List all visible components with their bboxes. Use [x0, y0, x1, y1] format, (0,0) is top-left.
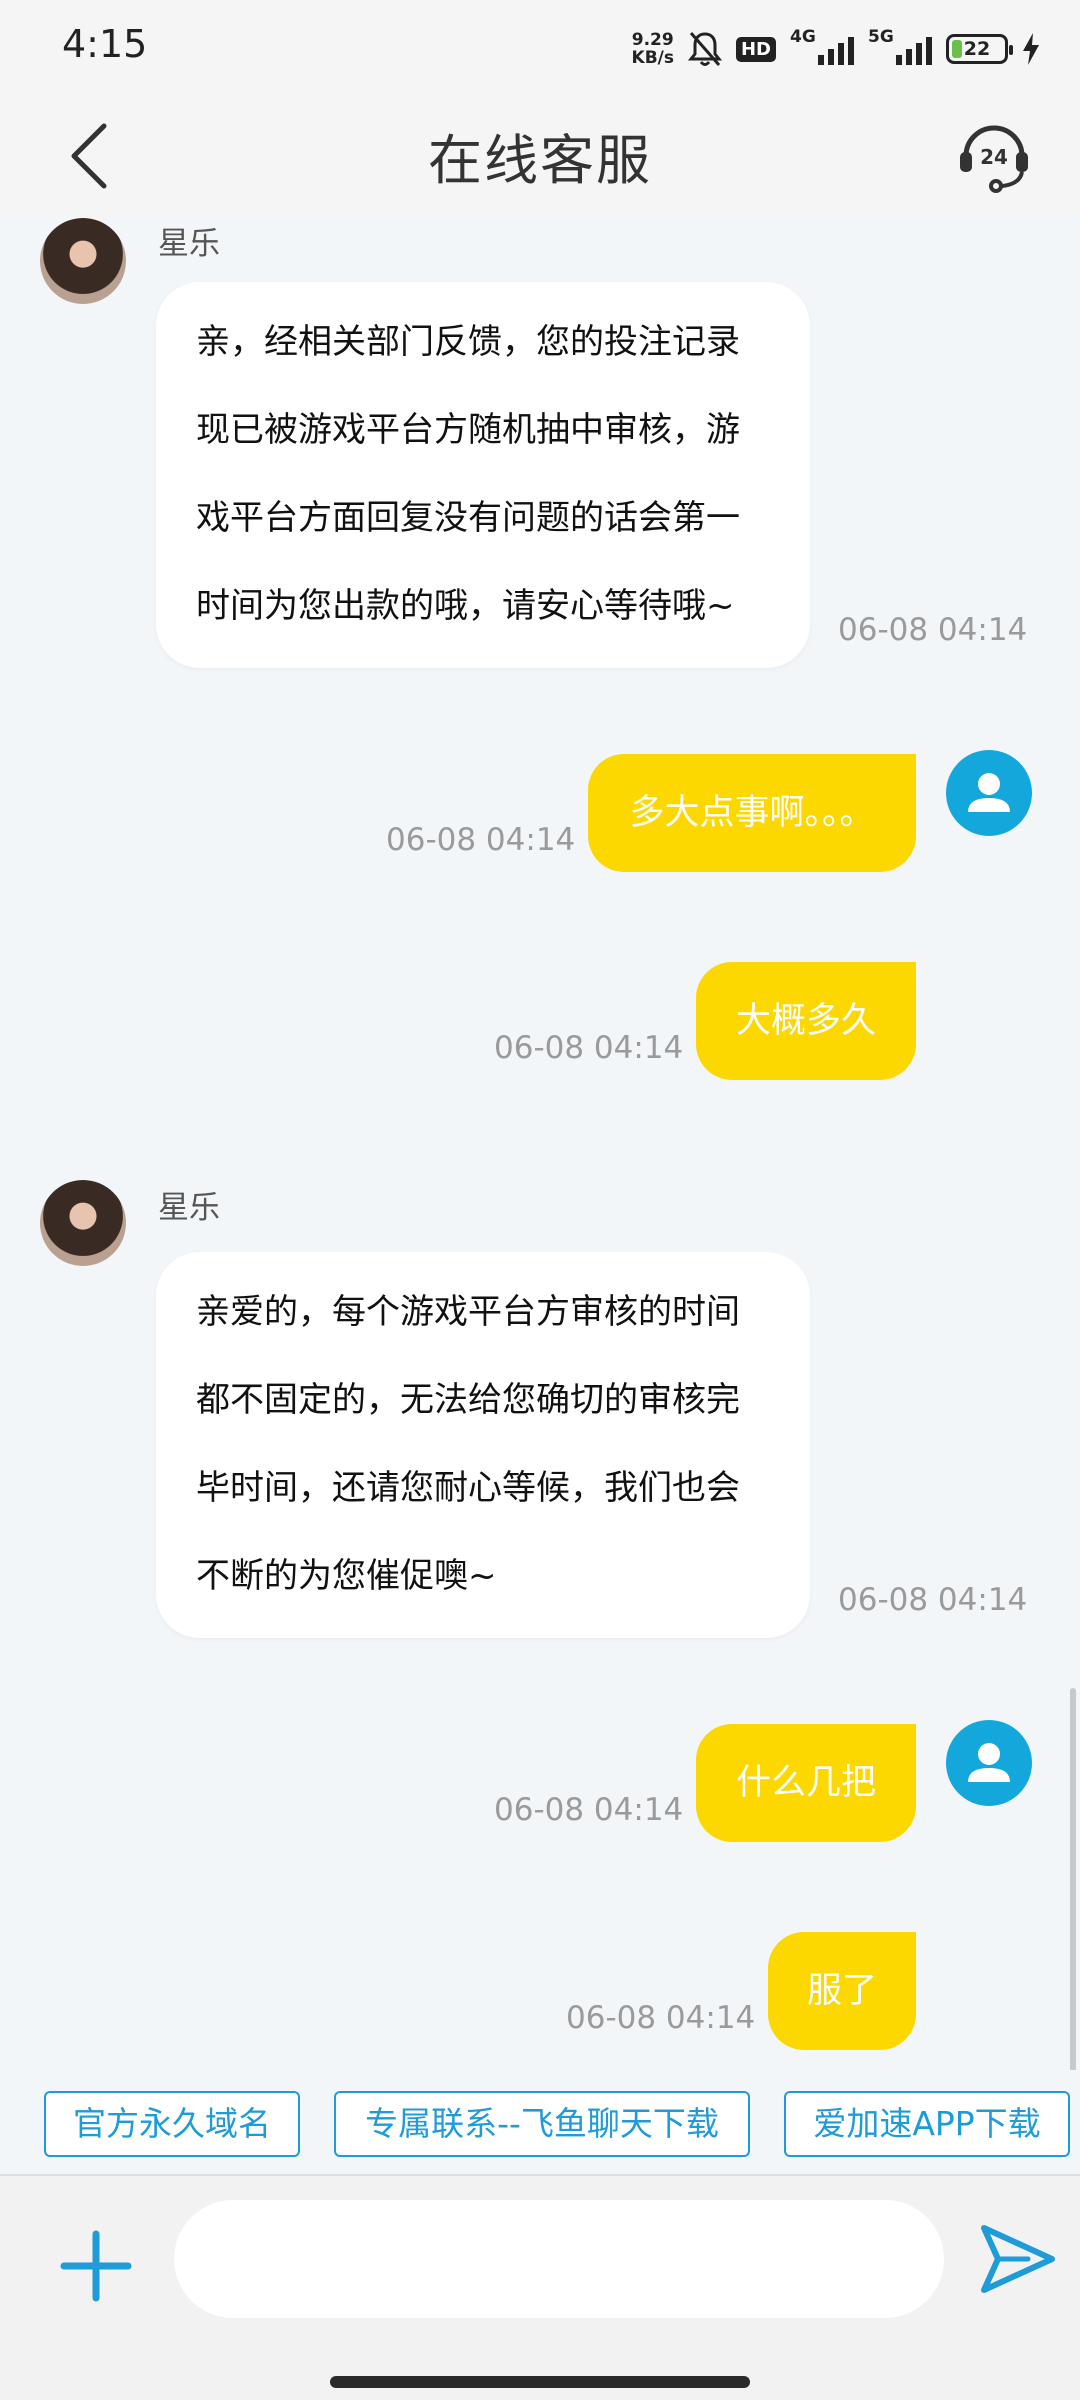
user-message-bubble: 什么几把 [696, 1724, 916, 1842]
message-line: 戏平台方面回复没有问题的话会第一 [196, 498, 740, 538]
message-timestamp: 06-08 04:14 [386, 822, 576, 858]
message-line: 亲爱的，每个游戏平台方审核的时间 [196, 1292, 740, 1332]
message-line: 不断的为您催促噢~ [196, 1556, 497, 1596]
status-indicators: 9.29 KB/s HD 4G 5G 22 [632, 26, 1040, 72]
quick-link-aijiasu-download[interactable]: 爱加速APP下载 [784, 2091, 1070, 2157]
message-input[interactable] [174, 2200, 944, 2318]
plus-icon[interactable] [58, 2228, 134, 2304]
charging-icon [1023, 33, 1039, 65]
net-speed: 9.29 KB/s [632, 31, 674, 67]
message-line: 现已被游戏平台方随机抽中审核，游 [196, 410, 740, 450]
agent-message-bubble: 亲，经相关部门反馈，您的投注记录 现已被游戏平台方随机抽中审核，游 戏平台方面回… [156, 282, 810, 668]
message-timestamp: 06-08 04:14 [566, 2000, 756, 2036]
send-icon[interactable] [976, 2218, 1058, 2300]
home-indicator[interactable] [330, 2376, 750, 2388]
signal-bars-icon [896, 37, 932, 65]
person-icon [968, 773, 1010, 812]
signal-4g-label: 4G [790, 27, 816, 47]
signal-bars-icon [818, 37, 854, 65]
quick-link-feiyu-download[interactable]: 专属联系--飞鱼聊天下载 [334, 2091, 750, 2157]
message-timestamp: 06-08 04:14 [838, 1582, 1028, 1618]
signal-5g: 5G [868, 27, 932, 69]
user-avatar-icon [946, 750, 1032, 836]
chat-scrollbar[interactable] [1070, 1688, 1076, 2070]
battery-cap [1009, 45, 1013, 55]
message-timestamp: 06-08 04:14 [494, 1792, 684, 1828]
agent-message-bubble: 亲爱的，每个游戏平台方审核的时间 都不固定的，无法给您确切的审核完 毕时间，还请… [156, 1252, 810, 1638]
agent-avatar [40, 218, 126, 304]
agent-name: 星乐 [158, 1190, 220, 1226]
chat-area[interactable]: 星乐 亲，经相关部门反馈，您的投注记录 现已被游戏平台方随机抽中审核，游 戏平台… [0, 218, 1080, 2070]
status-time: 4:15 [62, 22, 148, 66]
status-bar: 4:15 9.29 KB/s HD 4G 5G 22 [0, 0, 1080, 96]
user-message-bubble: 服了 [768, 1932, 916, 2050]
user-message-bubble: 多大点事啊。。。 [588, 754, 916, 872]
person-icon [968, 1743, 1010, 1782]
quick-link-official-domain[interactable]: 官方永久域名 [44, 2091, 300, 2157]
signal-4g: 4G [790, 27, 854, 69]
message-line: 毕时间，还请您耐心等候，我们也会 [196, 1468, 740, 1508]
message-timestamp: 06-08 04:14 [838, 612, 1028, 648]
quick-links-bar: 官方永久域名 专属联系--飞鱼聊天下载 爱加速APP下载 [0, 2070, 1080, 2174]
agent-avatar [40, 1180, 126, 1266]
mute-bell-icon [687, 32, 722, 66]
battery-level: 22 [963, 38, 991, 60]
net-speed-value: 9.29 [631, 30, 674, 50]
header: 在线客服 24 [0, 96, 1080, 218]
net-speed-unit: KB/s [631, 48, 674, 68]
user-message-bubble: 大概多久 [696, 962, 916, 1080]
message-line: 亲，经相关部门反馈，您的投注记录 [196, 322, 740, 362]
agent-name: 星乐 [158, 226, 220, 262]
user-avatar-icon [946, 1720, 1032, 1806]
message-line: 时间为您出款的哦，请安心等待哦~ [196, 586, 735, 626]
message-timestamp: 06-08 04:14 [494, 1030, 684, 1066]
headset-24h-icon[interactable]: 24 [954, 114, 1034, 194]
battery-icon: 22 [946, 34, 1013, 64]
page-title: 在线客服 [428, 129, 652, 192]
message-line: 都不固定的，无法给您确切的审核完 [196, 1380, 740, 1420]
hd-badge: HD [735, 36, 776, 62]
input-bar [0, 2176, 1080, 2400]
service-24-text: 24 [980, 145, 1008, 169]
signal-5g-label: 5G [868, 27, 894, 47]
